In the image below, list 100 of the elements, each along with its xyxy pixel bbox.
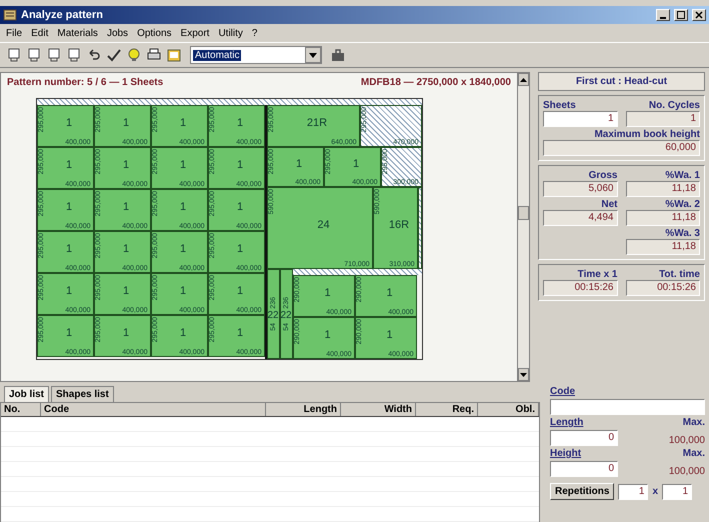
piece-label: 1: [324, 286, 331, 298]
piece-label: 1: [122, 158, 130, 170]
scroll-thumb[interactable]: [518, 206, 529, 220]
piece-label: 1: [324, 328, 331, 340]
menu-item[interactable]: Utility: [218, 28, 243, 38]
minimize-button[interactable]: [656, 9, 670, 21]
column-header[interactable]: Obl.: [478, 403, 539, 416]
tab[interactable]: Job list: [4, 386, 50, 403]
scroll-up-icon[interactable]: [520, 78, 527, 82]
field-label: %Wa. 3: [664, 228, 700, 239]
piece-label: 1: [236, 116, 244, 128]
pattern-number: Pattern number: 5 / 6 — 1 Sheets: [7, 77, 164, 88]
piece-label: 1: [66, 242, 72, 254]
menu-item[interactable]: File: [6, 28, 22, 38]
menu-item[interactable]: Jobs: [106, 28, 128, 38]
piece-label: 1: [236, 158, 244, 170]
column-header[interactable]: Width: [341, 403, 416, 416]
column-header[interactable]: Req.: [416, 403, 478, 416]
piece-label: 1: [122, 200, 130, 212]
field-label: Time x 1: [576, 269, 618, 280]
field-label: Length: [550, 417, 584, 428]
maximize-button[interactable]: [674, 9, 688, 21]
window-icon[interactable]: [166, 47, 182, 63]
value-field: 1: [626, 111, 700, 127]
page-icon[interactable]: [26, 47, 42, 63]
value-field: 11,18: [626, 210, 700, 226]
field-label: Height: [550, 448, 582, 459]
piece-label: 22: [280, 310, 292, 322]
value-field[interactable]: 1: [543, 111, 618, 127]
value-field[interactable]: 0: [550, 461, 618, 477]
field-label: Net: [600, 199, 618, 210]
piece-label: 1: [122, 326, 130, 338]
scroll-down-icon[interactable]: [520, 372, 527, 376]
value-field: 5,060: [543, 181, 618, 197]
max-label: Max.: [682, 448, 705, 459]
page-icon[interactable]: [66, 47, 82, 63]
close-button[interactable]: [692, 9, 706, 21]
value-field[interactable]: 0: [550, 430, 618, 446]
column-header[interactable]: Length: [266, 403, 341, 416]
menu-item[interactable]: Materials: [57, 28, 98, 38]
piece-label: 1: [296, 158, 302, 170]
value-field: 4,494: [543, 210, 618, 226]
max-value: 100,000: [668, 466, 705, 477]
app-icon: [3, 9, 17, 21]
value-field[interactable]: 1: [662, 484, 692, 500]
checkmark-icon[interactable]: [106, 47, 122, 63]
tab[interactable]: Shapes list: [51, 386, 114, 402]
piece-label: 1: [180, 326, 186, 338]
piece-label: 16R: [388, 218, 410, 230]
menu-item[interactable]: Export: [180, 28, 210, 38]
menu-item[interactable]: Edit: [31, 28, 48, 38]
lightbulb-icon[interactable]: [126, 47, 142, 63]
piece-label: 1: [236, 284, 244, 296]
toolbox-icon[interactable]: [330, 47, 346, 63]
value-field: 00:15:26: [543, 280, 618, 296]
piece-label: 1: [66, 116, 72, 128]
code-field[interactable]: [550, 399, 705, 415]
piece-label: 1: [180, 284, 186, 296]
field-label: Gross: [588, 170, 618, 181]
mode-dropdown[interactable]: Automatic: [190, 46, 322, 64]
window-title: Analyze pattern: [21, 9, 104, 21]
piece-label: 1: [66, 200, 72, 212]
material-size: MDFB18 — 2750,000 x 1840,000: [360, 77, 511, 88]
max-value: 100,000: [668, 435, 705, 446]
piece-label: 1: [122, 116, 130, 128]
column-header[interactable]: No.: [1, 403, 41, 416]
max-label: Max.: [682, 417, 705, 428]
scrollbar[interactable]: [517, 73, 529, 381]
piece-label: 1: [180, 200, 186, 212]
piece-label: 1: [122, 242, 130, 254]
field-label: %Wa. 1: [664, 170, 700, 181]
piece-label: 1: [122, 284, 130, 296]
page-icon[interactable]: [6, 47, 22, 63]
piece-label: 1: [66, 284, 72, 296]
piece-label: 21R: [306, 116, 328, 128]
piece-label: 22: [268, 310, 278, 322]
field-label: Maximum book height: [593, 129, 700, 140]
repetitions-button[interactable]: Repetitions: [550, 483, 614, 500]
piece-label: 1: [66, 326, 72, 338]
times-label: x: [652, 486, 658, 497]
piece-label: 1: [236, 326, 244, 338]
column-header[interactable]: Code: [41, 403, 266, 416]
menu-item[interactable]: Options: [137, 28, 172, 38]
piece-label: 1: [180, 242, 186, 254]
page-icon[interactable]: [46, 47, 62, 63]
field-label: Tot. time: [658, 269, 700, 280]
field-label: No. Cycles: [648, 100, 700, 111]
dropdown-arrow-icon: [309, 52, 317, 58]
value-field: 11,18: [626, 181, 700, 197]
value-field: 00:15:26: [626, 280, 700, 296]
maximize-icon: [677, 11, 685, 19]
piece-label: 1: [180, 158, 186, 170]
piece-label: 1: [386, 328, 393, 340]
value-field[interactable]: 1: [618, 484, 648, 500]
value-field: 60,000: [543, 140, 700, 156]
piece-label: 1: [180, 116, 186, 128]
menu-item[interactable]: ?: [252, 28, 258, 38]
field-label: Sheets: [543, 100, 577, 111]
piece-label: 1: [66, 158, 72, 170]
first-cut-label: First cut : Head-cut: [538, 72, 705, 91]
